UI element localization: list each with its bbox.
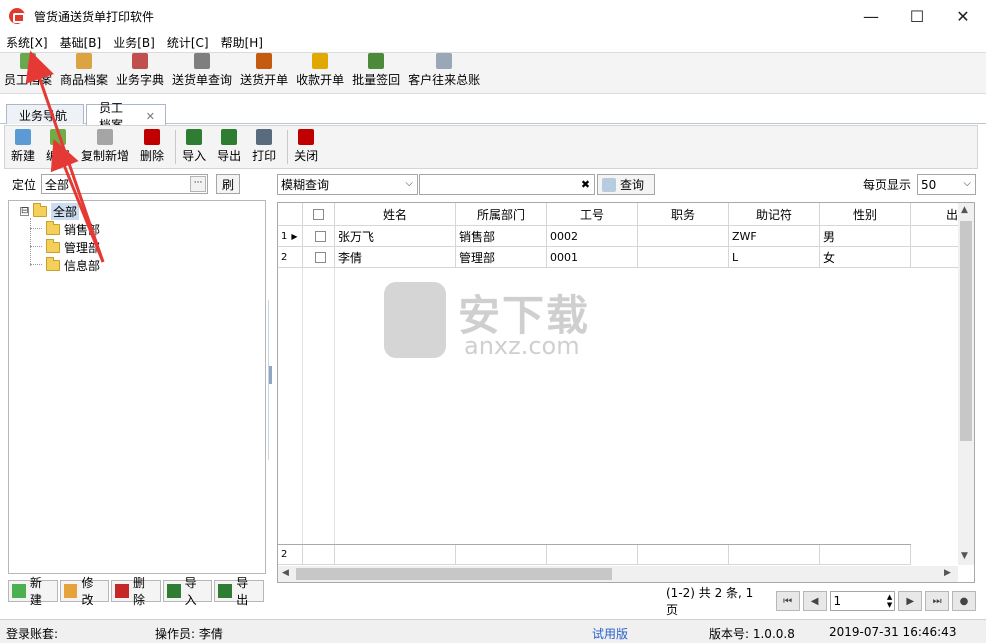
annotation-arrows: [25, 50, 105, 263]
arrow-to-employee-icon: [25, 50, 105, 263]
arrow-to-edit-icon: [50, 138, 105, 263]
